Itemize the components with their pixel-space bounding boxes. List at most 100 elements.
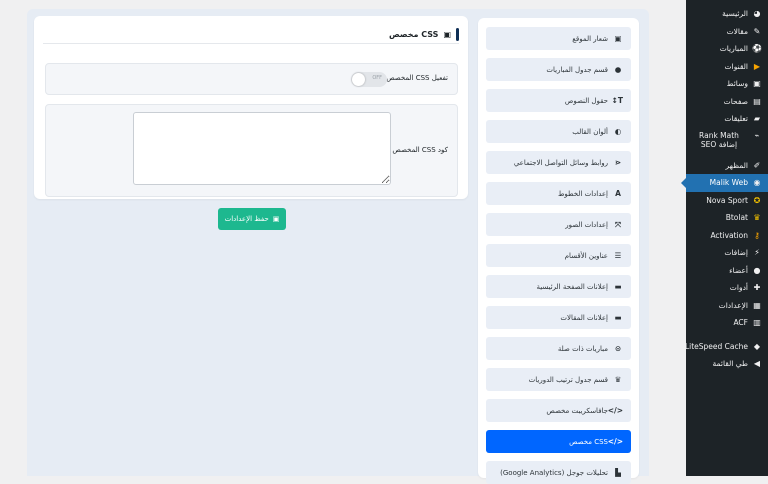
admin-menu-label: مقالات: [726, 26, 748, 36]
malik-web-icon: ◉: [753, 178, 761, 188]
tab-custom-css[interactable]: </> CSS مخصص: [486, 430, 631, 453]
ad-icon: ▬: [614, 282, 622, 291]
admin-menu-label: صفحات: [723, 96, 748, 106]
custom-css-code-label: كود CSS المخصص: [392, 146, 448, 154]
expand-icon: ⤧: [615, 219, 621, 229]
collapse-icon: ◀: [753, 359, 761, 369]
save-icon: ▣: [272, 215, 280, 223]
admin-menu-item-media[interactable]: ▣ وسائط: [686, 75, 768, 93]
admin-menu-label: ACF: [733, 318, 748, 328]
card-header: ▣ CSS مخصص: [43, 25, 459, 44]
admin-menu-item-matches[interactable]: ⚽ المباريات: [686, 40, 768, 58]
tab-label: إعدادات الخطوط: [557, 189, 608, 198]
trophy-icon: ♛: [614, 375, 622, 384]
chart-icon: ⌁: [754, 131, 760, 140]
tab-label: إعلانات الصفحة الرئيسية: [536, 282, 609, 291]
tab-post-ads[interactable]: ▬ إعلانات المقالات: [486, 306, 631, 329]
code-icon: </>: [607, 437, 623, 446]
user-icon: ●: [753, 265, 761, 275]
admin-menu-item-novasport[interactable]: ✪ Nova Sport: [686, 192, 768, 210]
tab-colors[interactable]: ◐ ألوان القالب: [486, 120, 631, 143]
font-icon: A: [615, 189, 621, 198]
tab-home-ads[interactable]: ▬ إعلانات الصفحة الرئيسية: [486, 275, 631, 298]
tab-label: CSS مخصص: [569, 437, 608, 446]
admin-menu-item-comments[interactable]: ▰ تعليقات: [686, 110, 768, 128]
admin-menu-label: Malik Web: [709, 178, 748, 188]
admin-menu-item-dashboard[interactable]: ◕ الرئيسية: [686, 5, 768, 23]
admin-menu-label: القنوات: [724, 61, 748, 71]
tab-custom-js[interactable]: </> جافاسكريبت مخصص: [486, 399, 631, 422]
tab-analytics[interactable]: ▙ تحليلات جوجل (Google Analytics): [486, 461, 631, 484]
wrench-icon: ✚: [753, 283, 761, 293]
list-icon: ☰: [614, 251, 622, 260]
card-title: CSS مخصص: [388, 29, 439, 39]
tab-label: عناوين الأقسام: [564, 251, 608, 260]
tab-label: مباريات ذات صلة: [557, 344, 608, 353]
admin-menu-item-litespeed[interactable]: ◆ LiteSpeed Cache: [684, 338, 768, 356]
title-accent-bar: [456, 27, 459, 41]
admin-menu-item-malikweb[interactable]: ◉ Malik Web: [681, 174, 768, 192]
admin-menu-item-activation[interactable]: ⚷ Activation: [686, 227, 768, 245]
tab-label: جافاسكريبت مخصص: [546, 406, 608, 415]
admin-menu-item-rankmath[interactable]: ⌁ Rank Math إضافة SEO: [686, 128, 768, 157]
admin-menu-item-plugins[interactable]: ⚡ إضافات: [686, 244, 768, 262]
tab-label: روابط وسائل التواصل الاجتماعي: [513, 158, 608, 167]
admin-menu-item-channels[interactable]: ▶ القنوات: [686, 58, 768, 76]
text-height-icon: T↕: [611, 96, 623, 105]
tab-label: ألوان القالب: [572, 127, 608, 136]
share-icon: ⋖: [614, 158, 622, 167]
admin-menu-item-collapse[interactable]: ◀ طي القائمة: [686, 355, 768, 373]
settings-panel: ▣ CSS مخصص تفعيل CSS المخصص OFF كود CSS …: [27, 9, 649, 484]
tab-social[interactable]: ⋖ روابط وسائل التواصل الاجتماعي: [486, 151, 631, 174]
admin-menu-item-btolat[interactable]: ♛ Btolat: [686, 209, 768, 227]
tab-fonts[interactable]: A إعدادات الخطوط: [486, 182, 631, 205]
tab-standings[interactable]: ♛ قسم جدول ترتيب الدوريات: [486, 368, 631, 391]
tab-label: شعار الموقع: [572, 34, 608, 43]
admin-menu-item-acf[interactable]: ▥ ACF: [686, 314, 768, 332]
custom-css-code-textarea[interactable]: [133, 112, 391, 185]
admin-menu-label: Activation: [710, 230, 748, 240]
admin-menu-label: LiteSpeed Cache: [684, 341, 748, 351]
admin-menu-item-pages[interactable]: ▤ صفحات: [686, 93, 768, 111]
tab-section-titles[interactable]: ☰ عناوين الأقسام: [486, 244, 631, 267]
css-section-icon: ▣: [443, 29, 451, 39]
soccer-ball-icon: ⊙: [614, 344, 622, 353]
admin-menu-label: الرئيسية: [722, 9, 748, 19]
enable-custom-css-toggle[interactable]: OFF: [351, 72, 387, 87]
admin-menu-item-appearance[interactable]: ✐ المظهر: [686, 157, 768, 175]
admin-menu-label: Rank Math إضافة SEO: [699, 130, 739, 149]
custom-css-card: ▣ CSS مخصص تفعيل CSS المخصص OFF كود CSS …: [34, 16, 468, 199]
settings-tabs-nav: ▣ شعار الموقع ● قسم جدول المباريات T↕ حقول ال…: [478, 18, 639, 484]
tab-match-table[interactable]: ● قسم جدول المباريات: [486, 58, 631, 81]
tab-logo[interactable]: ▣ شعار الموقع: [486, 27, 631, 50]
enable-custom-css-row: تفعيل CSS المخصص OFF: [45, 63, 458, 95]
admin-menu-label: أدوات: [729, 283, 748, 293]
admin-menu-item-users[interactable]: ● أعضاء: [686, 262, 768, 280]
save-settings-label: حفظ الإعدادات: [224, 215, 269, 223]
admin-menu-label: الإعدادات: [718, 300, 748, 310]
ad-icon: ▬: [614, 313, 622, 322]
admin-menu-label: طي القائمة: [712, 359, 749, 369]
admin-menu-label: إضافات: [724, 248, 748, 258]
clock-icon: ●: [614, 65, 622, 74]
tab-label: إعدادات الصور: [565, 220, 608, 229]
save-settings-button[interactable]: ▣ حفظ الإعدادات: [218, 208, 286, 230]
tab-label: تحليلات جوجل (Google Analytics): [500, 468, 608, 477]
tab-label: إعلانات المقالات: [560, 313, 608, 322]
admin-menu-item-settings[interactable]: ▦ الإعدادات: [686, 297, 768, 315]
media-icon: ▣: [753, 79, 761, 89]
pin-icon: ✎: [753, 26, 761, 36]
admin-menu-item-tools[interactable]: ✚ أدوات: [686, 279, 768, 297]
tab-label: قسم جدول ترتيب الدوريات: [528, 375, 608, 384]
play-icon: ▶: [753, 61, 761, 71]
tab-text-fields[interactable]: T↕ حقول النصوص: [486, 89, 631, 112]
acf-icon: ▥: [753, 318, 761, 328]
admin-sidebar: ◕ الرئيسية ✎ مقالات ⚽ المباريات ▶ القنوات ▣ وسائط…: [681, 0, 768, 476]
dashboard-icon: ◕: [753, 9, 761, 19]
admin-menu-item-posts[interactable]: ✎ مقالات: [686, 23, 768, 41]
plugin-icon: ⚡: [754, 248, 760, 258]
admin-menu-label: وسائط: [726, 79, 748, 89]
tab-related[interactable]: ⊙ مباريات ذات صلة: [486, 337, 631, 360]
tab-images[interactable]: ⤧ إعدادات الصور: [486, 213, 631, 236]
image-icon: ▣: [614, 34, 622, 43]
